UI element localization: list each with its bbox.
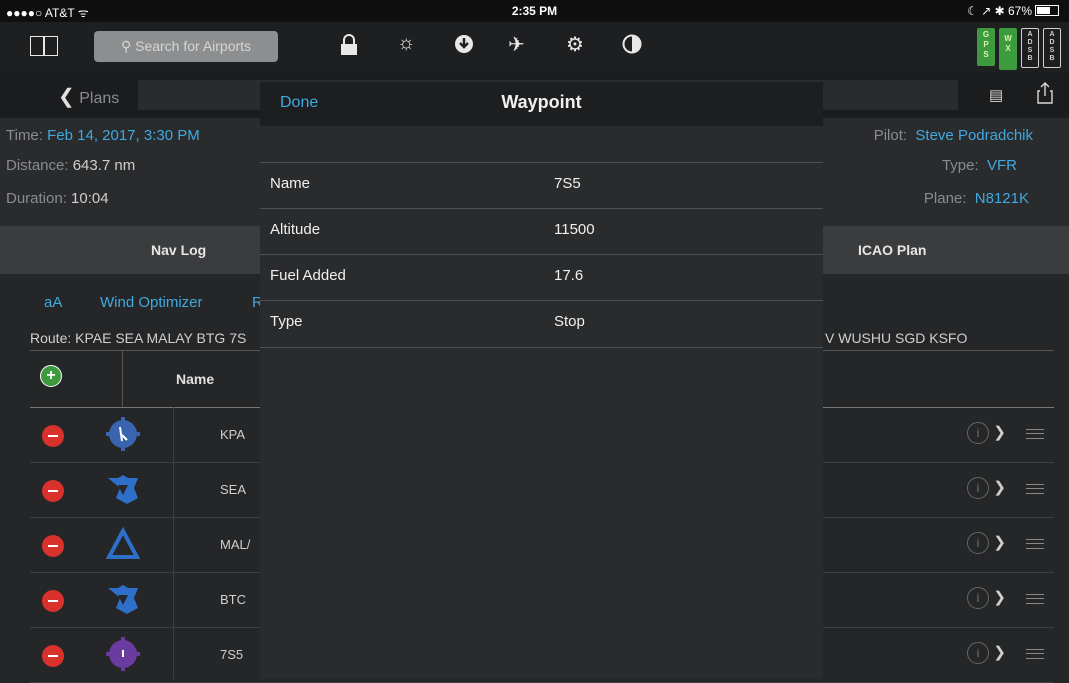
type-label: Type: bbox=[941, 157, 979, 174]
altitude-label: Altitude bbox=[270, 221, 321, 238]
name-value[interactable]: 7S5 bbox=[554, 175, 581, 192]
name-column-header: Name bbox=[176, 371, 215, 387]
type-value[interactable]: Stop bbox=[554, 313, 585, 330]
add-waypoint-icon[interactable]: + bbox=[40, 365, 62, 387]
delete-icon[interactable] bbox=[42, 535, 64, 557]
gps-badge[interactable]: GPS bbox=[977, 28, 995, 66]
altitude-field[interactable]: Altitude 11500 bbox=[260, 208, 823, 255]
pilot-value[interactable]: Steve Podradchik bbox=[915, 127, 1033, 144]
wx-badge[interactable]: WX bbox=[999, 28, 1017, 70]
share-icon[interactable] bbox=[1037, 82, 1053, 109]
plane-row: Plane: N8121K bbox=[924, 190, 1029, 207]
duration-row: Duration: 10:04 bbox=[6, 190, 109, 207]
night-mode-icon[interactable] bbox=[622, 34, 642, 60]
status-right: ☾ ↗ ✱ 67% bbox=[967, 4, 1059, 18]
battery-label: ☾ ↗ ✱ 67% bbox=[967, 4, 1032, 18]
back-button[interactable]: ❮ Plans bbox=[58, 84, 119, 109]
fuel-added-field[interactable]: Fuel Added 17.6 bbox=[260, 254, 823, 301]
waypoint-name: SEA bbox=[220, 482, 247, 497]
airport-icon bbox=[106, 417, 140, 456]
route-text-left: Route: KPAE SEA MALAY BTG 7S bbox=[30, 330, 247, 346]
clock: 2:35 PM bbox=[511, 4, 558, 18]
waypoint-name: KPA bbox=[220, 427, 246, 442]
time-row: Time: Feb 14, 2017, 3:30 PM bbox=[6, 127, 200, 144]
duration-label: Duration: bbox=[6, 190, 67, 207]
chevron-left-icon: ❮ bbox=[58, 86, 75, 108]
chevron-right-icon[interactable]: ❯ bbox=[993, 643, 1006, 661]
info-icon[interactable]: i bbox=[967, 532, 989, 554]
vortac-icon bbox=[106, 472, 140, 511]
distance-label: Distance: bbox=[6, 157, 69, 174]
waypoint-modal: Done Waypoint Name 7S5 Altitude 11500 Fu… bbox=[260, 82, 823, 679]
chevron-right-icon[interactable]: ❯ bbox=[993, 478, 1006, 496]
route-text-right: V WUSHU SGD KSFO bbox=[825, 330, 968, 346]
delete-icon[interactable] bbox=[42, 425, 64, 447]
drag-handle-icon[interactable] bbox=[1026, 429, 1044, 439]
time-label: Time: bbox=[6, 127, 43, 144]
fuel-added-value[interactable]: 17.6 bbox=[554, 267, 583, 284]
delete-icon[interactable] bbox=[42, 590, 64, 612]
tab-icao-plan[interactable]: ICAO Plan bbox=[858, 242, 926, 258]
info-icon[interactable]: i bbox=[967, 642, 989, 664]
airport-icon bbox=[106, 637, 140, 676]
tab-nav-log[interactable]: Nav Log bbox=[151, 242, 206, 258]
name-label: Name bbox=[270, 175, 311, 192]
search-icon: ⚲ bbox=[120, 38, 132, 54]
brightness-icon[interactable]: ☼ bbox=[397, 32, 415, 55]
fuel-added-label: Fuel Added bbox=[270, 267, 346, 284]
pilot-label: Pilot: bbox=[873, 127, 908, 144]
waypoint-name: 7S5 bbox=[220, 647, 244, 662]
delete-icon[interactable] bbox=[42, 645, 64, 667]
pilot-row: Pilot: Steve Podradchik bbox=[874, 127, 1033, 144]
battery-icon bbox=[1035, 5, 1059, 16]
download-icon[interactable] bbox=[454, 34, 474, 60]
time-value[interactable]: Feb 14, 2017, 3:30 PM bbox=[47, 127, 200, 144]
type-row: Type: VFR bbox=[942, 157, 1017, 174]
status-bar: ●●●●○ AT&T ᯤ 2:35 PM ☾ ↗ ✱ 67% bbox=[0, 0, 1069, 22]
chevron-right-icon[interactable]: ❯ bbox=[993, 533, 1006, 551]
lock-icon[interactable] bbox=[340, 34, 358, 62]
intersection-icon bbox=[105, 526, 141, 566]
waypoint-name: MAL/ bbox=[220, 537, 251, 552]
modal-header: Done Waypoint bbox=[260, 82, 823, 126]
chevron-right-icon[interactable]: ❯ bbox=[993, 423, 1006, 441]
info-icon[interactable]: i bbox=[967, 422, 989, 444]
delete-icon[interactable] bbox=[42, 480, 64, 502]
chevron-right-icon[interactable]: ❯ bbox=[993, 588, 1006, 606]
toolbar: ⚲ Search for Airports ☼ ✈ ⚙ GPS WX ADSB … bbox=[0, 22, 1069, 72]
wind-optimizer-link[interactable]: Wind Optimizer bbox=[100, 294, 203, 311]
duration-value: 10:04 bbox=[71, 190, 109, 207]
name-field[interactable]: Name 7S5 bbox=[260, 162, 823, 209]
airplane-icon[interactable]: ✈ bbox=[508, 32, 525, 57]
column-divider bbox=[122, 351, 123, 407]
search-input[interactable]: ⚲ Search for Airports bbox=[94, 31, 278, 62]
altitude-value[interactable]: 11500 bbox=[554, 221, 595, 238]
drag-handle-icon[interactable] bbox=[1026, 594, 1044, 604]
info-icon[interactable]: i bbox=[967, 587, 989, 609]
text-size-button[interactable]: aA bbox=[44, 294, 62, 311]
map-icon[interactable]: ▤ bbox=[989, 86, 1003, 104]
drag-handle-icon[interactable] bbox=[1026, 539, 1044, 549]
type-field[interactable]: Type Stop bbox=[260, 300, 823, 348]
drag-handle-icon[interactable] bbox=[1026, 484, 1044, 494]
back-label: Plans bbox=[79, 90, 120, 107]
info-icon[interactable]: i bbox=[967, 477, 989, 499]
split-view-icon[interactable] bbox=[30, 36, 58, 56]
distance-row: Distance: 643.7 nm bbox=[6, 157, 135, 174]
gear-icon[interactable]: ⚙ bbox=[566, 32, 584, 57]
plane-value[interactable]: N8121K bbox=[975, 190, 1029, 207]
search-placeholder: Search for Airports bbox=[135, 38, 252, 54]
vortac-icon bbox=[106, 582, 140, 621]
plane-label: Plane: bbox=[923, 190, 967, 207]
adsb-badge-2[interactable]: ADSB bbox=[1043, 28, 1061, 68]
type-value[interactable]: VFR bbox=[987, 157, 1017, 174]
adsb-badge[interactable]: ADSB bbox=[1021, 28, 1039, 68]
modal-title: Waypoint bbox=[501, 92, 582, 112]
drag-handle-icon[interactable] bbox=[1026, 649, 1044, 659]
type-label: Type bbox=[270, 313, 303, 330]
waypoint-name: BTC bbox=[220, 592, 246, 607]
distance-value: 643.7 nm bbox=[72, 157, 136, 174]
